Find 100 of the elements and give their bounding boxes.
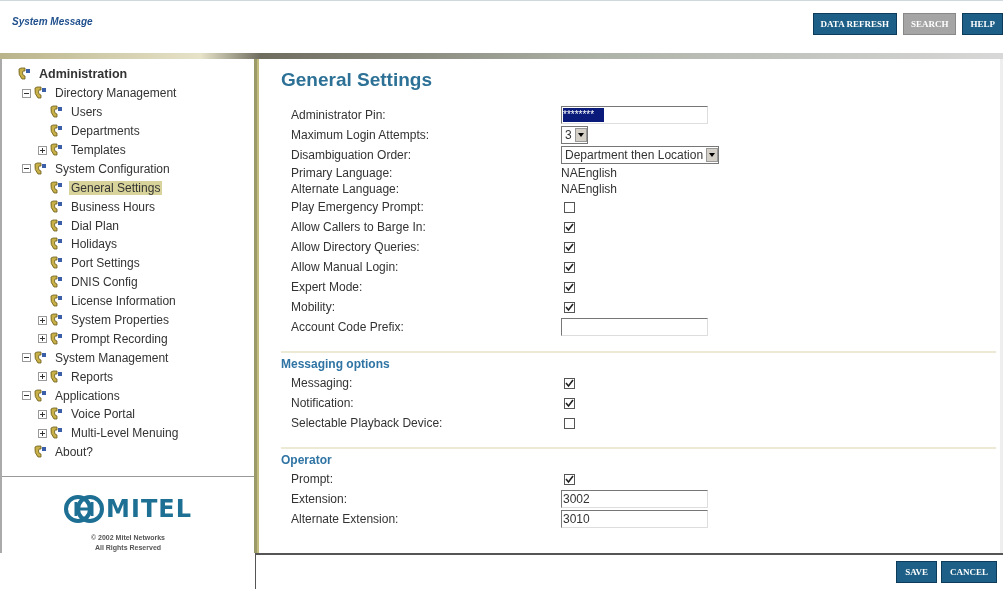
field-label: Expert Mode: bbox=[291, 280, 364, 294]
node-icon bbox=[49, 369, 63, 384]
tree-item[interactable]: Users bbox=[69, 105, 105, 120]
input-field[interactable]: 3002 bbox=[561, 490, 708, 508]
checkbox[interactable] bbox=[564, 397, 575, 409]
tree-item[interactable]: License Information bbox=[69, 294, 178, 309]
expand-icon[interactable] bbox=[38, 428, 47, 438]
expand-icon[interactable] bbox=[38, 334, 47, 344]
checkbox[interactable] bbox=[564, 417, 575, 429]
field-label: Extension: bbox=[291, 492, 349, 506]
node-icon bbox=[33, 161, 47, 176]
node-icon bbox=[49, 407, 63, 422]
field-label: Account Code Prefix: bbox=[291, 320, 405, 334]
field-label: Alternate Extension: bbox=[291, 512, 400, 526]
tree-item[interactable]: System Management bbox=[53, 350, 171, 365]
tree-item[interactable]: Applications bbox=[53, 388, 122, 403]
tree-item[interactable]: Templates bbox=[69, 143, 128, 157]
tree-item[interactable]: Port Settings bbox=[69, 256, 142, 271]
checkbox[interactable] bbox=[564, 261, 575, 273]
field-label: Allow Directory Queries: bbox=[291, 240, 421, 254]
field-label: Notification: bbox=[291, 396, 355, 410]
checkbox[interactable] bbox=[564, 201, 575, 213]
node-icon bbox=[33, 388, 47, 403]
section-title: Messaging options bbox=[281, 357, 391, 371]
tree-item[interactable]: System Configuration bbox=[53, 161, 172, 176]
node-icon bbox=[49, 218, 63, 233]
save-button[interactable]: SAVE bbox=[896, 561, 937, 583]
input-field[interactable]: 3010 bbox=[561, 510, 708, 528]
page-title: General Settings bbox=[281, 69, 433, 91]
caret-icon bbox=[706, 148, 719, 162]
tree-item[interactable]: Dial Plan bbox=[69, 218, 122, 233]
node-icon bbox=[49, 124, 63, 139]
node-icon bbox=[49, 313, 63, 327]
pin-field[interactable]: ******** bbox=[561, 106, 708, 124]
node-icon bbox=[49, 426, 63, 441]
expand-icon[interactable] bbox=[38, 145, 47, 155]
tree-item[interactable]: Administration bbox=[37, 67, 130, 82]
checkbox[interactable] bbox=[564, 281, 575, 293]
collapse-icon[interactable] bbox=[22, 353, 31, 363]
expand-icon[interactable] bbox=[38, 409, 47, 419]
node-icon bbox=[49, 199, 63, 214]
header-button[interactable]: HELP bbox=[962, 13, 1003, 35]
tree-item[interactable]: Directory Management bbox=[53, 86, 179, 101]
node-icon bbox=[49, 180, 63, 195]
node-icon bbox=[33, 86, 47, 101]
field-label: Messaging: bbox=[291, 376, 354, 390]
field-label: Allow Manual Login: bbox=[291, 260, 400, 274]
node-icon bbox=[49, 331, 63, 346]
logo-text: MITEL bbox=[106, 495, 192, 523]
node-icon bbox=[17, 67, 31, 82]
checkbox[interactable] bbox=[564, 301, 575, 313]
node-icon bbox=[33, 350, 47, 365]
system-message-title: System Message bbox=[12, 16, 93, 27]
node-icon bbox=[49, 105, 63, 120]
input-field[interactable] bbox=[561, 318, 708, 336]
expand-icon[interactable] bbox=[38, 372, 47, 382]
tree-item[interactable]: Prompt Recording bbox=[69, 331, 170, 346]
section-title: Operator bbox=[281, 453, 333, 467]
field-label: Allow Callers to Barge In: bbox=[291, 220, 427, 234]
checkbox[interactable] bbox=[564, 221, 575, 233]
tree-item[interactable]: System Properties bbox=[69, 313, 172, 327]
field-label: Administrator Pin: bbox=[291, 108, 387, 122]
node-icon bbox=[49, 294, 63, 309]
collapse-icon[interactable] bbox=[22, 391, 31, 401]
dropdown[interactable]: Department then Location bbox=[561, 146, 720, 164]
field-label: Maximum Login Attempts: bbox=[291, 128, 431, 142]
checkbox[interactable] bbox=[564, 473, 575, 485]
node-icon bbox=[49, 143, 63, 157]
field-label: Mobility: bbox=[291, 300, 336, 314]
checkbox[interactable] bbox=[564, 241, 575, 253]
node-icon bbox=[49, 275, 63, 290]
expand-icon[interactable] bbox=[38, 315, 47, 325]
checkbox[interactable] bbox=[564, 377, 575, 389]
tree-item[interactable]: Departments bbox=[69, 124, 142, 139]
field-label: Prompt: bbox=[291, 472, 334, 486]
collapse-icon[interactable] bbox=[22, 164, 31, 174]
field-value: NAEnglish bbox=[561, 166, 618, 180]
field-label: Primary Language: bbox=[291, 166, 394, 180]
field-label: Disambiguation Order: bbox=[291, 148, 413, 162]
field-label: Alternate Language: bbox=[291, 182, 401, 196]
tree-item[interactable]: Holidays bbox=[69, 237, 120, 252]
node-icon bbox=[33, 445, 47, 460]
tree-item[interactable]: Reports bbox=[69, 369, 116, 384]
dropdown[interactable]: 3 bbox=[561, 126, 588, 144]
caret-icon bbox=[574, 128, 587, 142]
field-label: Selectable Playback Device: bbox=[291, 416, 444, 430]
node-icon bbox=[49, 237, 63, 252]
node-icon bbox=[49, 256, 63, 271]
field-label: Play Emergency Prompt: bbox=[291, 200, 425, 214]
tree-item[interactable]: General Settings bbox=[69, 180, 163, 195]
cancel-button[interactable]: CANCEL bbox=[941, 561, 997, 583]
tree-item[interactable]: About? bbox=[53, 445, 96, 460]
collapse-icon[interactable] bbox=[22, 88, 31, 98]
tree-item[interactable]: Multi-Level Menuing bbox=[69, 426, 181, 441]
tree-item[interactable]: DNIS Config bbox=[69, 275, 140, 290]
field-value: NAEnglish bbox=[561, 182, 618, 196]
header-button[interactable]: DATA REFRESH bbox=[812, 13, 897, 35]
logo-icon bbox=[64, 493, 105, 525]
tree-item[interactable]: Voice Portal bbox=[69, 407, 138, 422]
tree-item[interactable]: Business Hours bbox=[69, 199, 158, 214]
